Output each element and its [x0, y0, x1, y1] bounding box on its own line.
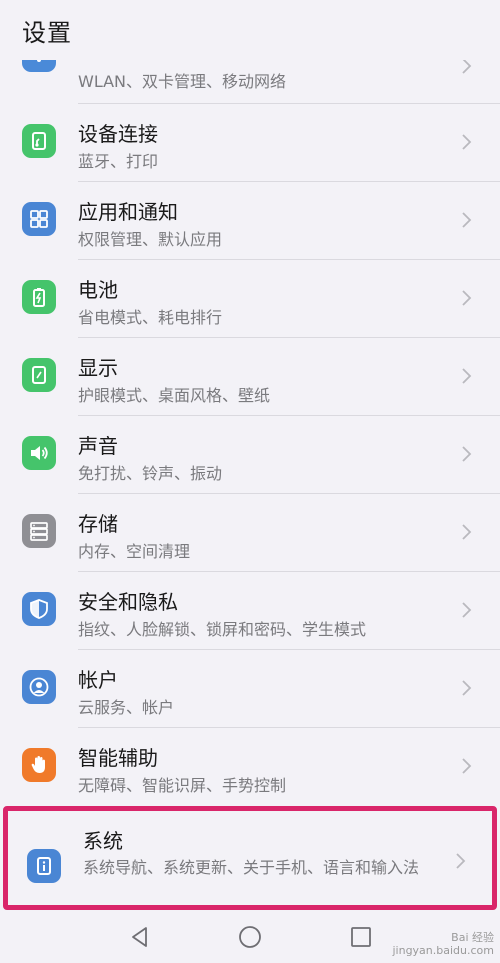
settings-item-battery[interactable]: 电池 省电模式、耗电排行 — [0, 260, 500, 338]
settings-item-device-connection[interactable]: 设备连接 蓝牙、打印 — [0, 104, 500, 182]
battery-icon — [22, 280, 56, 314]
settings-item-storage[interactable]: 存储 内存、空间清理 — [0, 494, 500, 572]
settings-item-security-privacy[interactable]: 安全和隐私 指纹、人脸解锁、锁屏和密码、学生模式 — [0, 572, 500, 650]
shield-icon — [22, 592, 56, 626]
speaker-icon — [22, 436, 56, 470]
settings-item-label: 电池 — [78, 278, 118, 302]
settings-item-smart-assistance[interactable]: 智能辅助 无障碍、智能识屏、手势控制 — [0, 728, 500, 806]
home-circle-icon — [239, 926, 261, 948]
settings-item-subtitle: 云服务、帐户 — [78, 698, 175, 717]
chevron-right-icon — [456, 853, 466, 869]
settings-item-subtitle: 免打扰、铃声、振动 — [78, 464, 223, 483]
settings-screen: 设置 WLAN、双卡管理、移动网络 设备连接 蓝牙、打印 应用和通知 权限管理、… — [0, 0, 500, 963]
recents-button[interactable] — [347, 923, 375, 951]
settings-list: WLAN、双卡管理、移动网络 设备连接 蓝牙、打印 应用和通知 权限管理、默认应… — [0, 38, 500, 910]
chevron-right-icon — [462, 134, 472, 150]
settings-item-subtitle: 蓝牙、打印 — [78, 152, 159, 171]
chevron-right-icon — [462, 212, 472, 228]
chevron-right-icon — [462, 368, 472, 384]
chevron-right-icon — [462, 680, 472, 696]
settings-item-display[interactable]: 显示 护眼模式、桌面风格、壁纸 — [0, 338, 500, 416]
hand-icon — [22, 748, 56, 782]
storage-icon — [22, 514, 56, 548]
chevron-right-icon — [462, 290, 472, 306]
settings-item-account[interactable]: 帐户 云服务、帐户 — [0, 650, 500, 728]
account-icon — [22, 670, 56, 704]
header: 设置 — [0, 0, 500, 60]
settings-item-label: 存储 — [78, 512, 118, 536]
page-title: 设置 — [22, 19, 72, 47]
chevron-right-icon — [462, 758, 472, 774]
settings-item-subtitle: 省电模式、耗电排行 — [78, 308, 223, 327]
chevron-right-icon — [462, 446, 472, 462]
settings-item-subtitle: 指纹、人脸解锁、锁屏和密码、学生模式 — [78, 620, 367, 639]
watermark-url: jingyan.baidu.com — [392, 944, 494, 957]
home-button[interactable] — [236, 923, 264, 951]
settings-item-subtitle: 内存、空间清理 — [78, 542, 191, 561]
settings-item-label: 声音 — [78, 434, 118, 458]
apps-grid-icon — [22, 202, 56, 236]
settings-item-label: 帐户 — [78, 668, 118, 692]
watermark: Bai 经验 jingyan.baidu.com — [392, 931, 494, 957]
recents-square-icon — [351, 927, 371, 947]
settings-item-apps-notifications[interactable]: 应用和通知 权限管理、默认应用 — [0, 182, 500, 260]
watermark-logo-text: Bai 经验 — [451, 931, 494, 944]
settings-item-subtitle: 无障碍、智能识屏、手势控制 — [78, 776, 287, 795]
back-triangle-icon — [132, 927, 147, 947]
settings-item-subtitle: 权限管理、默认应用 — [78, 230, 223, 249]
device-connection-icon — [22, 124, 56, 158]
settings-item-system[interactable]: 系统 系统导航、系统更新、关于手机、语言和输入法 — [3, 806, 497, 910]
display-icon — [22, 358, 56, 392]
settings-item-label: 设备连接 — [78, 122, 158, 146]
settings-item-label: 安全和隐私 — [78, 590, 178, 614]
settings-item-subtitle: 护眼模式、桌面风格、壁纸 — [78, 386, 271, 405]
system-info-icon — [27, 849, 61, 883]
navigation-bar: Bai 经验 jingyan.baidu.com — [0, 911, 500, 963]
chevron-right-icon — [462, 524, 472, 540]
settings-item-sound[interactable]: 声音 免打扰、铃声、振动 — [0, 416, 500, 494]
settings-item-label: 系统 — [83, 829, 123, 853]
settings-item-subtitle: 系统导航、系统更新、关于手机、语言和输入法 — [83, 858, 420, 877]
settings-item-label: 智能辅助 — [78, 746, 158, 770]
chevron-right-icon — [462, 602, 472, 618]
back-button[interactable] — [126, 923, 154, 951]
settings-item-label: 显示 — [78, 356, 118, 380]
settings-item-label: 应用和通知 — [78, 200, 178, 224]
settings-item-subtitle: WLAN、双卡管理、移动网络 — [78, 72, 287, 91]
